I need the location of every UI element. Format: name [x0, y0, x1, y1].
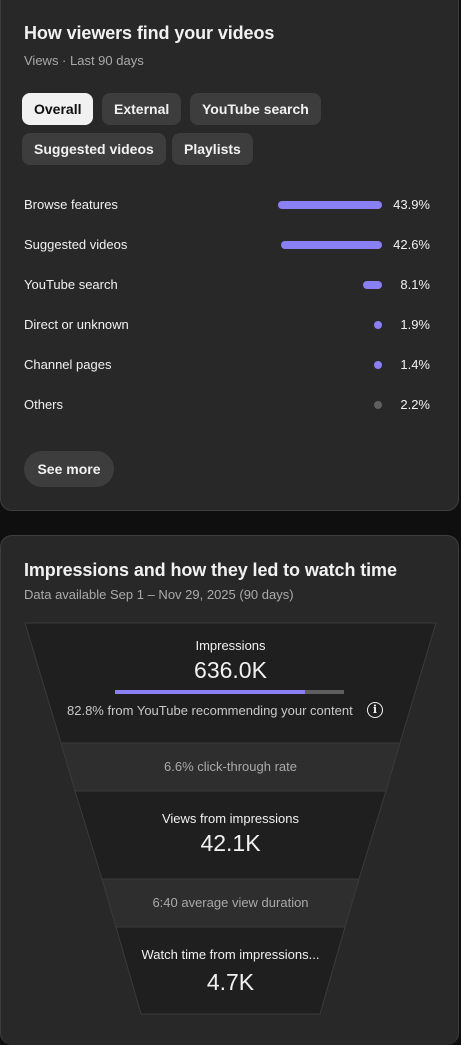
traffic-source-row: Channel pages 1.4%: [24, 355, 430, 375]
recommend-row: 82.8% from YouTube recommending your con…: [0, 702, 461, 720]
traffic-source-row: Others 2.2%: [24, 395, 430, 415]
traffic-source-label: Direct or unknown: [24, 317, 129, 332]
traffic-source-row: Browse features 43.9%: [24, 195, 430, 215]
traffic-source-label: YouTube search: [24, 277, 118, 292]
traffic-source-percent: 2.2%: [400, 397, 430, 412]
traffic-source-row: YouTube search 8.1%: [24, 275, 430, 295]
traffic-sources-card: How viewers find your videos Views · Las…: [0, 0, 459, 511]
card-subtitle: Data available Sep 1 – Nov 29, 2025 (90 …: [24, 587, 294, 602]
watch-time-label: Watch time from impressions...: [141, 947, 320, 962]
recommend-text: 82.8% from YouTube recommending your con…: [67, 703, 353, 718]
traffic-source-label: Channel pages: [24, 357, 112, 372]
chip-overall[interactable]: Overall: [22, 93, 94, 125]
traffic-source-dot: [374, 321, 382, 329]
traffic-source-percent: 1.4%: [400, 357, 430, 372]
chip-suggested-videos[interactable]: Suggested videos: [22, 133, 166, 165]
avd-text: 6:40 average view duration: [152, 895, 309, 910]
views-value: 42.1K: [200, 830, 261, 856]
chip-playlists[interactable]: Playlists: [172, 133, 253, 165]
info-icon[interactable]: i: [367, 702, 383, 718]
traffic-source-dot: [374, 401, 382, 409]
ctr-text: 6.6% click-through rate: [164, 759, 297, 774]
card-title: Impressions and how they led to watch ti…: [24, 560, 397, 580]
traffic-source-label: Suggested videos: [24, 237, 128, 252]
traffic-source-row: Direct or unknown 1.9%: [24, 315, 430, 335]
see-more-button[interactable]: See more: [24, 451, 114, 487]
impressions-value: 636.0K: [194, 657, 267, 683]
traffic-source-dot: [374, 361, 382, 369]
impressions-label: Impressions: [195, 638, 266, 653]
card-subtitle: Views · Last 90 days: [24, 53, 144, 68]
traffic-source-percent: 43.9%: [393, 197, 430, 212]
traffic-source-percent: 1.9%: [400, 317, 430, 332]
watch-time-value: 4.7K: [206, 969, 255, 995]
traffic-source-bar: [281, 241, 382, 249]
traffic-source-bar: [278, 201, 382, 209]
traffic-source-percent: 8.1%: [400, 277, 430, 292]
traffic-source-bar: [363, 281, 382, 289]
views-label: Views from impressions: [161, 811, 300, 826]
traffic-source-percent: 42.6%: [393, 237, 430, 252]
traffic-source-label: Browse features: [24, 197, 118, 212]
traffic-source-label: Others: [24, 397, 64, 412]
chip-external[interactable]: External: [102, 93, 182, 125]
card-title: How viewers find your videos: [24, 23, 275, 43]
chip-youtube-search[interactable]: YouTube search: [190, 93, 321, 125]
traffic-source-row: Suggested videos 42.6%: [24, 235, 430, 255]
